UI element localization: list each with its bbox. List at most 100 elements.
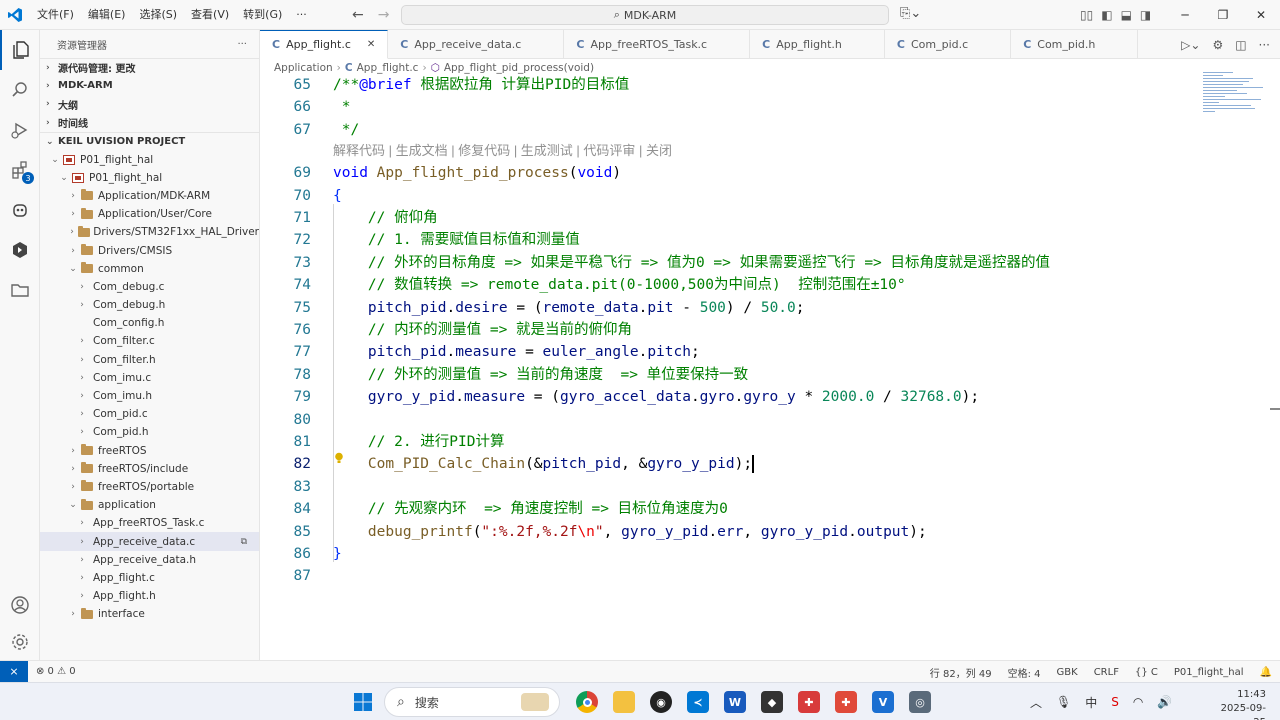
- toggle-secondary-sidebar-icon[interactable]: ◨: [1140, 8, 1151, 22]
- folder-view-icon[interactable]: [0, 270, 40, 310]
- editor-tab[interactable]: C App_flight.c ✕: [260, 30, 389, 59]
- menu-more[interactable]: ···: [289, 0, 314, 30]
- tree-folder[interactable]: › freeRTOS/include: [40, 460, 259, 478]
- close-icon[interactable]: ✕: [1242, 0, 1280, 30]
- more-actions-icon[interactable]: ···: [237, 39, 247, 50]
- code-line[interactable]: 77 pitch_pid.measure = euler_angle.pitch…: [260, 341, 1260, 363]
- app-red-icon[interactable]: ✚: [835, 691, 857, 713]
- code-line[interactable]: 79 gyro_y_pid.measure = (gyro_accel_data…: [260, 386, 1260, 408]
- forward-arrow-icon[interactable]: →: [378, 7, 390, 23]
- tree-file[interactable]: › App_freeRTOS_Task.c: [40, 514, 259, 532]
- account-icon[interactable]: [0, 585, 40, 625]
- remote-indicator-icon[interactable]: ⨯: [0, 660, 28, 683]
- tree-folder[interactable]: ⌄ common: [40, 260, 259, 278]
- run-code-icon[interactable]: ▷⌄: [1181, 38, 1200, 52]
- code-line[interactable]: 87: [260, 565, 1260, 587]
- menu-go[interactable]: 转到(G): [236, 0, 289, 30]
- toggle-panel-icon[interactable]: ⬓: [1121, 8, 1132, 22]
- chevron-up-icon[interactable]: ︿: [1030, 694, 1042, 711]
- code-line[interactable]: 86}: [260, 543, 1260, 565]
- input-method-icon[interactable]: 中: [1085, 694, 1097, 711]
- code-editor[interactable]: 解释代码 | 生成文档 | 修复代码 | 生成测试 | 代码评审 | 关闭 65…: [260, 72, 1260, 660]
- word-icon[interactable]: W: [724, 691, 746, 713]
- code-line[interactable]: 73 // 外环的目标角度 => 如果是平稳飞行 => 值为0 => 如果需要遥…: [260, 252, 1260, 274]
- code-line[interactable]: 72 // 1. 需要赋值目标值和测量值: [260, 229, 1260, 251]
- tree-folder[interactable]: ⌄ application: [40, 496, 259, 514]
- code-line[interactable]: 85 debug_printf(":%.2f,%.2f\n", gyro_y_p…: [260, 521, 1260, 543]
- wifi-icon[interactable]: ◠: [1133, 695, 1143, 709]
- menu-view[interactable]: 查看(V): [184, 0, 236, 30]
- tree-file[interactable]: › Com_debug.h: [40, 296, 259, 314]
- explorer-icon[interactable]: [0, 30, 40, 70]
- toggle-sidebar-icon[interactable]: ◧: [1101, 8, 1112, 22]
- keil-icon[interactable]: [0, 230, 40, 270]
- copilot-icon[interactable]: ⎘⌄: [900, 6, 921, 21]
- tree-folder[interactable]: › Application/MDK-ARM: [40, 187, 259, 205]
- antivirus-icon[interactable]: S: [1111, 695, 1119, 709]
- split-editor-icon[interactable]: ◫: [1235, 38, 1246, 52]
- more-actions-icon[interactable]: ···: [1259, 38, 1270, 52]
- code-line[interactable]: 75 pitch_pid.desire = (remote_data.pit -…: [260, 297, 1260, 319]
- xmind-icon[interactable]: ✚: [798, 691, 820, 713]
- close-tab-icon[interactable]: ✕: [367, 39, 375, 50]
- volume-icon[interactable]: 🔊: [1157, 695, 1172, 709]
- editor-tab[interactable]: C App_flight.h: [750, 30, 885, 59]
- code-line[interactable]: 69 void App_flight_pid_process(void): [260, 162, 1260, 184]
- code-line[interactable]: 66 *: [260, 96, 1260, 118]
- tree-file[interactable]: › Com_pid.h: [40, 423, 259, 441]
- code-line[interactable]: 80: [260, 409, 1260, 431]
- menu-edit[interactable]: 编辑(E): [81, 0, 133, 30]
- language-mode[interactable]: {} C: [1135, 667, 1158, 678]
- tree-folder[interactable]: › interface: [40, 605, 259, 623]
- maximize-icon[interactable]: ❐: [1204, 0, 1242, 30]
- editor-tab[interactable]: C Com_pid.c: [885, 30, 1012, 59]
- tree-folder[interactable]: ⌄ P01_flight_hal: [40, 169, 259, 187]
- code-line[interactable]: 83: [260, 476, 1260, 498]
- back-arrow-icon[interactable]: ←: [352, 7, 364, 23]
- chrome-icon[interactable]: [576, 691, 598, 713]
- line-endings[interactable]: CRLF: [1094, 667, 1119, 678]
- editor-tab[interactable]: C App_receive_data.c: [388, 30, 565, 59]
- notifications-icon[interactable]: 🔔: [1260, 667, 1272, 678]
- microphone-icon[interactable]: 🎙: [1056, 695, 1071, 709]
- search-view-icon[interactable]: [0, 70, 40, 110]
- menu-selection[interactable]: 选择(S): [132, 0, 184, 30]
- customize-layout-icon[interactable]: ▯▯: [1080, 8, 1093, 22]
- taskbar-search[interactable]: ⌕ 搜索: [384, 687, 560, 717]
- encoding[interactable]: GBK: [1057, 667, 1078, 678]
- extensions-icon[interactable]: 3: [0, 150, 40, 190]
- command-center[interactable]: ⌕ MDK-ARM: [401, 5, 889, 25]
- code-line[interactable]: 67 */: [260, 119, 1260, 141]
- settings-icon[interactable]: ⚙: [1212, 38, 1223, 52]
- problems-count[interactable]: ⊗ 0 ⚠ 0: [28, 666, 76, 677]
- copilot-chat-icon[interactable]: [0, 190, 40, 230]
- tree-folder[interactable]: › Drivers/STM32F1xx_HAL_Driver: [40, 223, 259, 241]
- tree-file[interactable]: › Com_imu.c: [40, 369, 259, 387]
- tree-file[interactable]: › Com_filter.h: [40, 351, 259, 369]
- code-line[interactable]: 78 // 外环的测量值 => 当前的角速度 => 单位要保持一致: [260, 364, 1260, 386]
- ai-codelens[interactable]: 解释代码 | 生成文档 | 修复代码 | 生成测试 | 代码评审 | 关闭: [333, 142, 672, 160]
- code-line[interactable]: 71 // 俯仰角: [260, 207, 1260, 229]
- tree-file[interactable]: › Com_debug.c: [40, 278, 259, 296]
- tree-folder[interactable]: › Application/User/Core: [40, 205, 259, 223]
- menu-file[interactable]: 文件(F): [30, 0, 81, 30]
- clock[interactable]: 11:43 2025-09-25: [1212, 688, 1266, 720]
- camera-icon[interactable]: ◎: [909, 691, 931, 713]
- code-line[interactable]: 84 // 先观察内环 => 角速度控制 => 目标位角速度为0: [260, 498, 1260, 520]
- github-icon[interactable]: ◉: [650, 691, 672, 713]
- active-project[interactable]: P01_flight_hal: [1174, 667, 1244, 678]
- open-file-icon[interactable]: ⧉: [241, 537, 247, 547]
- code-line[interactable]: 76 // 内环的测量值 => 就是当前的俯仰角: [260, 319, 1260, 341]
- cursor-position[interactable]: 行 82，列 49: [930, 665, 992, 680]
- code-line[interactable]: 74 // 数值转换 => remote_data.pit(0-1000,500…: [260, 274, 1260, 296]
- tree-file[interactable]: › App_flight.c: [40, 569, 259, 587]
- tree-file[interactable]: › Com_imu.h: [40, 387, 259, 405]
- tree-folder[interactable]: › freeRTOS: [40, 442, 259, 460]
- vscode-taskbar-icon[interactable]: ≺: [687, 691, 709, 713]
- tree-file[interactable]: › Com_pid.c: [40, 405, 259, 423]
- tree-folder[interactable]: › freeRTOS/portable: [40, 478, 259, 496]
- sidebar-section[interactable]: › 时间线: [40, 114, 259, 133]
- minimize-icon[interactable]: ─: [1166, 0, 1204, 30]
- settings-gear-icon[interactable]: [0, 622, 40, 662]
- keil-taskbar-icon[interactable]: ◆: [761, 691, 783, 713]
